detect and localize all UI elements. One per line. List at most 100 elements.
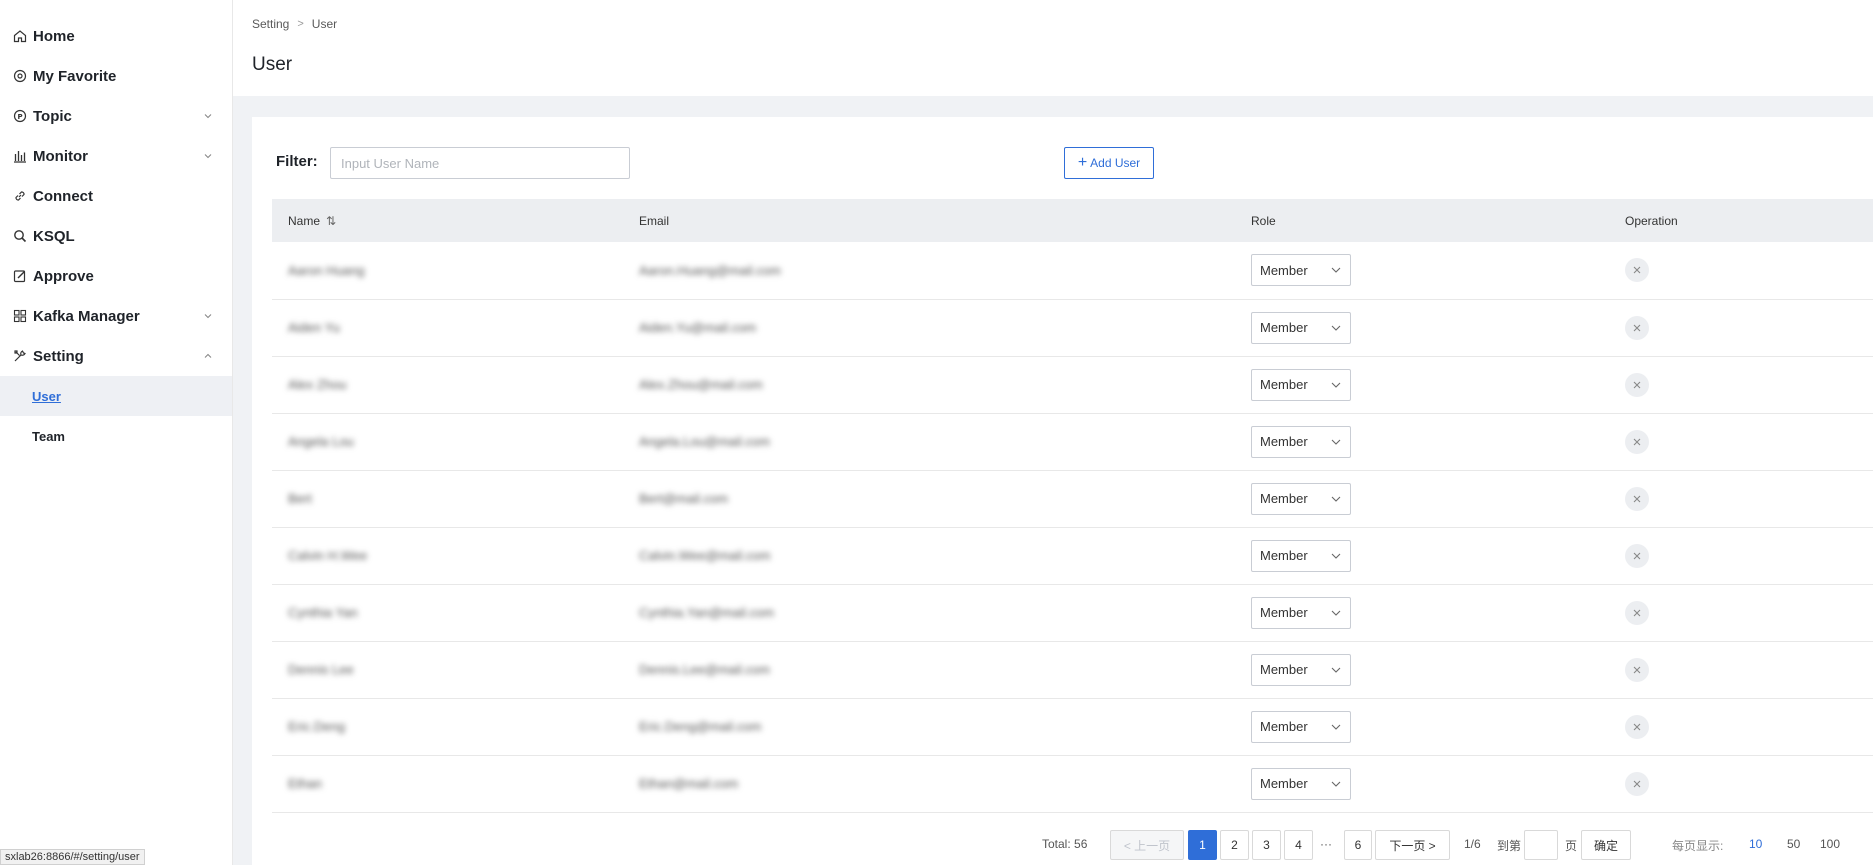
remove-user-button[interactable] <box>1625 486 1649 511</box>
column-header-operation: Operation <box>1625 213 1678 228</box>
role-select[interactable]: Member <box>1251 368 1351 401</box>
breadcrumb-user: User <box>311 17 338 31</box>
remove-user-button[interactable] <box>1625 372 1649 397</box>
next-page-button[interactable]: 下一页 > <box>1375 830 1450 860</box>
operation-cell <box>1609 527 1873 584</box>
user-email-cell: Alex.Zhou@mail.com <box>639 377 763 392</box>
total-count: Total: 56 <box>1042 837 1088 851</box>
user-table: Name ⇅ Email Role Operation Aaron Huang Aa… <box>272 199 1873 813</box>
remove-user-button[interactable] <box>1625 429 1649 454</box>
user-name-cell: Calvin H.Wee <box>288 548 368 563</box>
role-cell: Member <box>1235 470 1609 527</box>
table-row: Aiden Yu Aiden.Yu@mail.com Member <box>272 299 1873 356</box>
role-select[interactable]: Member <box>1251 653 1351 686</box>
chevron-down-icon <box>204 154 212 159</box>
role-select[interactable]: Member <box>1251 710 1351 743</box>
operation-cell <box>1609 641 1873 698</box>
table-row: Angela Lou Angela.Lou@mail.com Member <box>272 413 1873 470</box>
user-email-cell: Eric.Deng@mail.com <box>639 719 762 734</box>
role-cell: Member <box>1235 698 1609 755</box>
remove-user-button[interactable] <box>1625 600 1649 625</box>
page-button-3[interactable]: 3 <box>1252 830 1281 860</box>
role-cell: Member <box>1235 413 1609 470</box>
nav-topic[interactable]: P Topic <box>0 96 232 136</box>
chevron-down-icon <box>1331 439 1341 445</box>
nav-connect[interactable]: Connect <box>0 176 232 216</box>
role-cell: Member <box>1235 242 1609 299</box>
close-icon <box>1633 780 1641 787</box>
table-row: Bert Bert@mail.com Member <box>272 470 1873 527</box>
add-user-label: Add User <box>1090 156 1141 170</box>
close-icon <box>1633 438 1641 445</box>
role-select[interactable]: Member <box>1251 425 1351 458</box>
remove-user-button[interactable] <box>1625 543 1649 568</box>
role-select[interactable]: Member <box>1251 254 1351 287</box>
nav-home[interactable]: Home <box>0 16 232 56</box>
role-select[interactable]: Member <box>1251 596 1351 629</box>
table-row: Calvin H.Wee Calvin.Wee@mail.com Member <box>272 527 1873 584</box>
edit-icon <box>12 269 27 284</box>
monitor-icon <box>12 149 27 164</box>
sidebar-item-team-label: Team <box>32 428 65 444</box>
page-header: Setting > User User <box>233 0 1873 96</box>
nav-approve-label: Approve <box>33 267 94 285</box>
remove-user-button[interactable] <box>1625 771 1649 796</box>
nav-approve[interactable]: Approve <box>0 256 232 296</box>
remove-user-button[interactable] <box>1625 315 1649 340</box>
operation-cell <box>1609 299 1873 356</box>
column-header-name[interactable]: Name ⇅ <box>272 199 623 242</box>
confirm-button[interactable]: 确定 <box>1581 830 1631 860</box>
remove-user-button[interactable] <box>1625 714 1649 739</box>
sidebar-item-user[interactable]: User <box>0 376 232 416</box>
sidebar-item-user-label: User <box>32 388 61 404</box>
per-page-option-10[interactable]: 10 <box>1749 837 1762 851</box>
sort-icon[interactable]: ⇅ <box>326 214 336 228</box>
chevron-down-icon <box>1331 382 1341 388</box>
filter-input[interactable] <box>330 147 630 179</box>
nav-setting[interactable]: Setting <box>0 336 232 376</box>
remove-user-button[interactable] <box>1625 657 1649 682</box>
per-page-option-100[interactable]: 100 <box>1820 837 1840 851</box>
nav-monitor-label: Monitor <box>33 147 88 165</box>
chevron-down-icon <box>1331 781 1341 787</box>
page-button-1[interactable]: 1 <box>1188 830 1217 860</box>
user-name-cell: Aaron Huang <box>288 262 365 278</box>
nav-topic-label: Topic <box>33 107 72 125</box>
per-page-option-50[interactable]: 50 <box>1787 837 1800 851</box>
user-name-cell: Angela Lou <box>288 434 354 449</box>
page-button-4[interactable]: 4 <box>1284 830 1313 860</box>
page-button-6[interactable]: 6 <box>1344 830 1372 860</box>
close-icon <box>1633 723 1641 730</box>
nav-monitor[interactable]: Monitor <box>0 136 232 176</box>
role-select[interactable]: Member <box>1251 767 1351 800</box>
breadcrumb-setting[interactable]: Setting <box>252 17 289 31</box>
nav-ksql[interactable]: KSQL <box>0 216 232 256</box>
add-user-button[interactable]: + Add User <box>1064 147 1154 179</box>
close-icon <box>1633 324 1641 331</box>
prev-page-button[interactable]: < 上一页 <box>1110 830 1184 860</box>
chevron-down-icon <box>1331 610 1341 616</box>
close-icon <box>1633 609 1641 616</box>
role-cell: Member <box>1235 641 1609 698</box>
remove-user-button[interactable] <box>1625 258 1649 283</box>
ellipsis-icon[interactable]: ··· <box>1320 837 1332 851</box>
nav-my-favorite[interactable]: My Favorite <box>0 56 232 96</box>
nav-kafka-manager[interactable]: Kafka Manager <box>0 296 232 336</box>
user-name-cell: Eric.Deng <box>288 719 346 734</box>
page-button-2[interactable]: 2 <box>1220 830 1249 860</box>
sidebar-item-team[interactable]: Team <box>0 416 232 456</box>
goto-label: 到第 <box>1497 839 1522 853</box>
operation-cell <box>1609 470 1873 527</box>
role-select[interactable]: Member <box>1251 311 1351 344</box>
nav-connect-label: Connect <box>33 187 93 205</box>
goto-page-input[interactable] <box>1524 830 1558 860</box>
table-header-row: Name ⇅ Email Role Operation <box>272 199 1873 242</box>
page-suffix-label: 页 <box>1565 839 1578 853</box>
role-select[interactable]: Member <box>1251 482 1351 515</box>
role-cell: Member <box>1235 299 1609 356</box>
role-select[interactable]: Member <box>1251 539 1351 572</box>
chevron-down-icon <box>1331 667 1341 673</box>
table-row: Ethan Ethan@mail.com Member <box>272 755 1873 812</box>
chevron-down-icon <box>1331 724 1341 730</box>
table-row: Aaron Huang Aaron.Huang@mail.com Member <box>272 242 1873 299</box>
